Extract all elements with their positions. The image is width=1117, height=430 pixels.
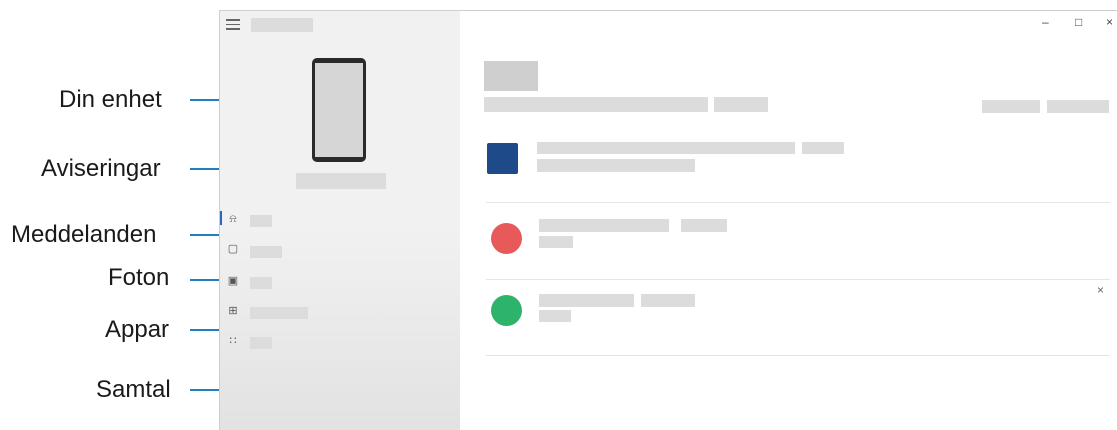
dialpad-icon[interactable]: ∷: [226, 335, 240, 347]
notification-1-time: [802, 142, 844, 154]
callout-meddelanden: Meddelanden: [11, 221, 157, 248]
maximize-button[interactable]: □: [1075, 15, 1082, 29]
nav-label-notifications[interactable]: [250, 215, 272, 227]
notification-3-title: [539, 294, 634, 307]
callout-din-enhet: Din enhet: [59, 86, 162, 113]
notification-3-time: [641, 294, 695, 307]
callout-aviseringar: Aviseringar: [41, 155, 161, 182]
sidebar: ⍾ ▢ ▣ ⊞ ∷: [220, 11, 460, 430]
header-action-1[interactable]: [982, 100, 1040, 113]
notification-2-time: [681, 219, 727, 232]
notification-1-body: [537, 159, 695, 172]
notification-2-body: [539, 236, 573, 248]
app-icon-3: [491, 295, 522, 326]
app-window: ⍾ ▢ ▣ ⊞ ∷ – □ × ×: [219, 10, 1117, 430]
device-screen: [315, 63, 363, 157]
nav-label-photos[interactable]: [250, 277, 272, 289]
close-button[interactable]: ×: [1106, 15, 1113, 29]
photo-icon[interactable]: ▣: [226, 275, 240, 287]
section-title-placeholder: [484, 61, 538, 91]
device-image[interactable]: [312, 58, 366, 162]
notification-divider-2: [486, 279, 1110, 280]
notification-3-close-button[interactable]: ×: [1097, 283, 1104, 297]
section-link-placeholder[interactable]: [714, 97, 768, 112]
callout-appar: Appar: [105, 316, 170, 343]
main-content: – □ × ×: [460, 11, 1117, 430]
minimize-button[interactable]: –: [1042, 15, 1049, 29]
message-icon[interactable]: ▢: [226, 243, 240, 255]
notification-2-title: [539, 219, 669, 232]
device-name-placeholder: [296, 173, 386, 189]
nav-label-apps[interactable]: [250, 307, 308, 319]
section-subtitle-placeholder: [484, 97, 708, 112]
apps-icon[interactable]: ⊞: [226, 305, 240, 317]
callout-samtal: Samtal: [96, 376, 171, 403]
notification-divider-3: [486, 355, 1110, 356]
app-icon-2: [491, 223, 522, 254]
active-nav-indicator: [220, 211, 222, 225]
callout-foton: Foton: [108, 264, 170, 291]
nav-label-messages[interactable]: [250, 246, 282, 258]
notification-divider-1: [486, 202, 1110, 203]
app-icon-1: [487, 143, 518, 174]
app-title-placeholder: [251, 18, 313, 32]
notification-3-body: [539, 310, 571, 322]
notification-1-title: [537, 142, 795, 154]
bell-icon[interactable]: ⍾: [226, 213, 240, 225]
nav-label-calls[interactable]: [250, 337, 272, 349]
menu-icon[interactable]: [226, 19, 240, 31]
header-action-2[interactable]: [1047, 100, 1109, 113]
